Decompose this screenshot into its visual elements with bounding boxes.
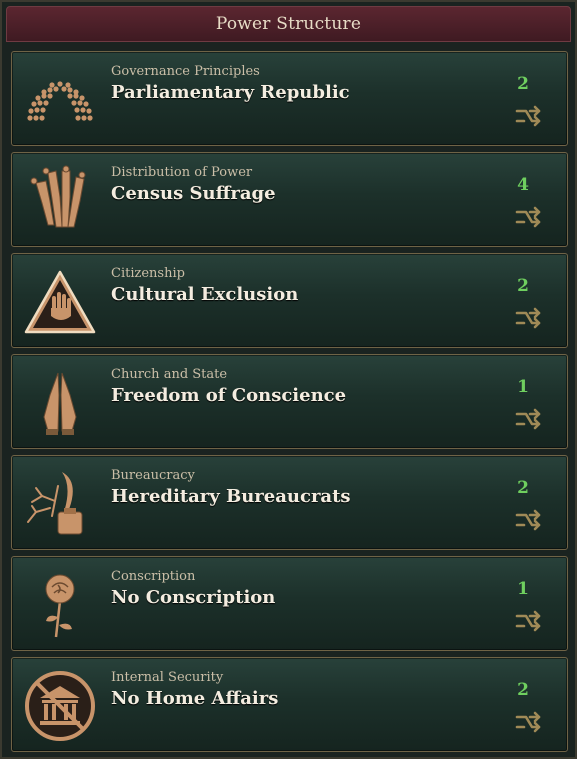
law-card-conscription[interactable]: Conscription No Conscription 1 xyxy=(11,556,568,651)
law-category: Internal Security xyxy=(111,670,224,685)
law-category: Bureaucracy xyxy=(111,468,195,483)
law-count: 4 xyxy=(517,175,529,195)
law-card-church-and-state[interactable]: Church and State Freedom of Conscience 1 xyxy=(11,354,568,449)
law-name: Cultural Exclusion xyxy=(111,284,299,305)
swap-icon[interactable] xyxy=(514,609,542,633)
law-count: 2 xyxy=(517,276,529,296)
law-name: Hereditary Bureaucrats xyxy=(111,486,351,507)
law-card-citizenship[interactable]: Citizenship Cultural Exclusion 2 xyxy=(11,253,568,348)
panel-title: Power Structure xyxy=(215,14,362,34)
swap-icon[interactable] xyxy=(514,104,542,128)
law-count: 2 xyxy=(517,478,529,498)
parliament-icon xyxy=(22,62,98,138)
law-card-governance-principles[interactable]: Governance Principles Parliamentary Repu… xyxy=(11,51,568,146)
swap-icon[interactable] xyxy=(514,508,542,532)
law-card-distribution-of-power[interactable]: Distribution of Power Census Suffrage 4 xyxy=(11,152,568,247)
stop-hand-warning-icon xyxy=(22,264,98,340)
quill-inkwell-icon xyxy=(22,466,98,542)
law-name: No Conscription xyxy=(111,587,276,608)
law-count: 1 xyxy=(517,579,529,599)
law-category: Church and State xyxy=(111,367,228,382)
law-card-bureaucracy[interactable]: Bureaucracy Hereditary Bureaucrats 2 xyxy=(11,455,568,550)
rose-icon xyxy=(22,567,98,643)
law-name: Parliamentary Republic xyxy=(111,82,350,103)
law-name: Census Suffrage xyxy=(111,183,276,204)
law-list: Governance Principles Parliamentary Repu… xyxy=(11,51,568,758)
panel-header: Power Structure xyxy=(6,6,571,42)
law-category: Conscription xyxy=(111,569,196,584)
swap-icon[interactable] xyxy=(514,205,542,229)
law-count: 2 xyxy=(517,74,529,94)
swap-icon[interactable] xyxy=(514,306,542,330)
law-card-internal-security[interactable]: Internal Security No Home Affairs 2 xyxy=(11,657,568,752)
raised-hands-icon xyxy=(22,163,98,239)
law-category: Governance Principles xyxy=(111,64,260,79)
law-category: Citizenship xyxy=(111,266,185,281)
no-building-icon xyxy=(22,668,98,744)
swap-icon[interactable] xyxy=(514,710,542,734)
law-category: Distribution of Power xyxy=(111,165,253,180)
praying-hands-icon xyxy=(22,365,98,441)
law-name: No Home Affairs xyxy=(111,688,279,709)
law-count: 1 xyxy=(517,377,529,397)
law-name: Freedom of Conscience xyxy=(111,385,347,406)
law-count: 2 xyxy=(517,680,529,700)
power-structure-panel: Power Structure Governance Principles Pa… xyxy=(0,0,577,759)
swap-icon[interactable] xyxy=(514,407,542,431)
